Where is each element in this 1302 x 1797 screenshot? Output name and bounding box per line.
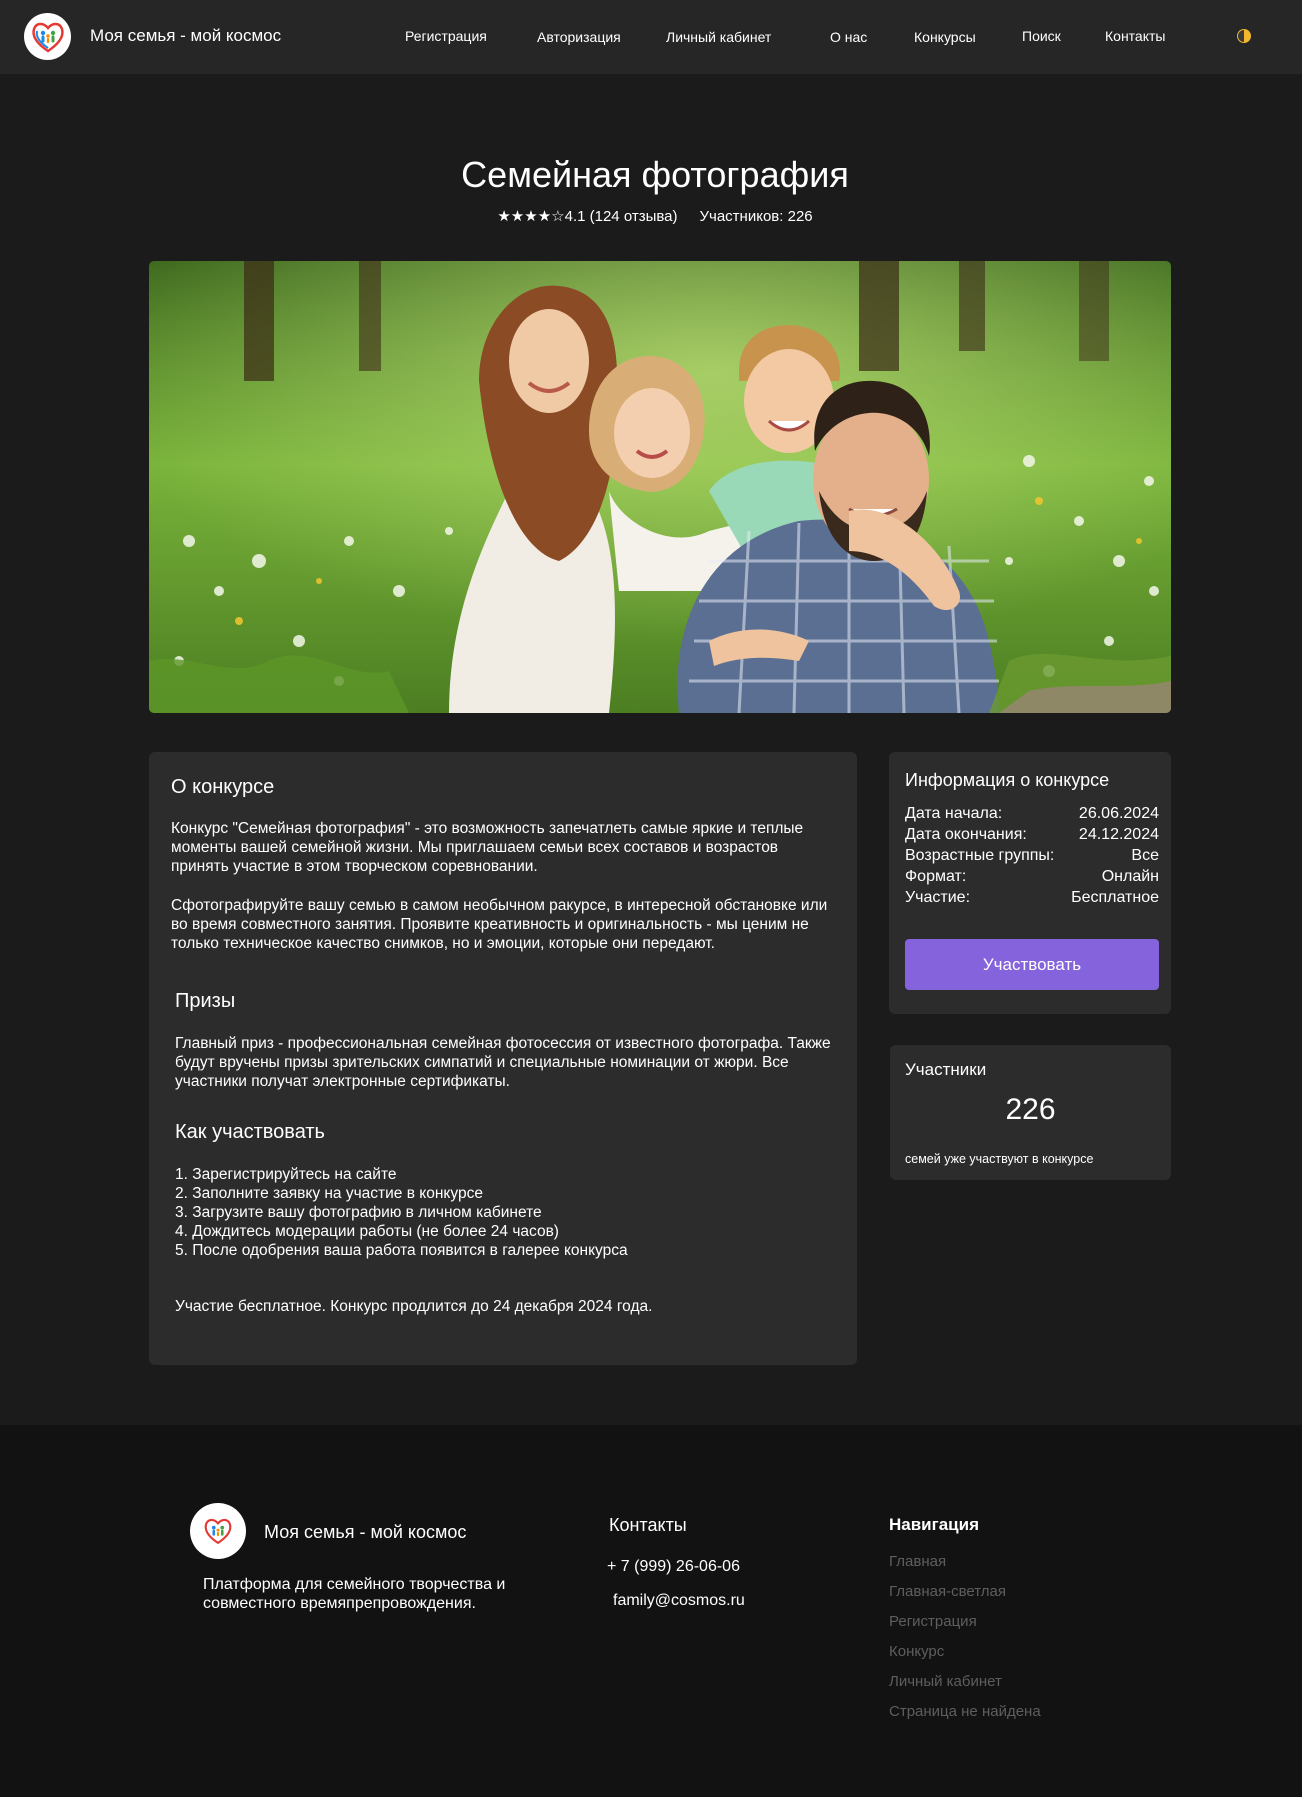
footer-description: Платформа для семейного творчества и сов… xyxy=(203,1576,506,1612)
info-value: Онлайн xyxy=(1101,868,1159,885)
footer-contacts-title: Контакты xyxy=(609,1515,687,1535)
info-row-start-date: Дата начала: 26.06.2024 xyxy=(905,805,1159,823)
step-item: 4. Дождитесь модерации работы (не более … xyxy=(175,1223,559,1240)
footer-nav-contest[interactable]: Конкурс xyxy=(889,1643,944,1660)
footer-nav-personal-account[interactable]: Личный кабинет xyxy=(889,1673,1002,1690)
prizes-text: Главный приз - профессиональная семейная… xyxy=(175,1035,831,1090)
participants-card: Участники 226 семей уже участвуют в конк… xyxy=(890,1045,1171,1180)
nav-search[interactable]: Поиск xyxy=(1022,28,1061,44)
heart-family-icon xyxy=(204,1518,232,1545)
info-row-end-date: Дата окончания: 24.12.2024 xyxy=(905,826,1159,844)
footer-email-link[interactable]: family@cosmos.ru xyxy=(613,1592,745,1610)
logo[interactable] xyxy=(24,13,71,60)
footer-nav-home[interactable]: Главная xyxy=(889,1553,946,1570)
site-header: Моя семья - мой космос Регистрация Автор… xyxy=(0,0,1302,74)
footer-nav-home-light[interactable]: Главная-светлая xyxy=(889,1583,1006,1600)
step-item: 1. Зарегистрируйтесь на сайте xyxy=(175,1166,397,1183)
hero-family-photo xyxy=(149,261,1171,713)
nav-contacts[interactable]: Контакты xyxy=(1105,28,1165,44)
participate-button[interactable]: Участвовать xyxy=(905,939,1159,990)
about-paragraph-2: Сфотографируйте вашу семью в самом необы… xyxy=(171,897,828,952)
info-label: Формат: xyxy=(905,868,967,885)
about-heading: О конкурсе xyxy=(171,776,275,798)
page-title: Семейная фотография xyxy=(461,154,849,195)
rating-stars-icon: ★★★★☆ xyxy=(497,208,565,225)
site-footer: Моя семья - мой космос Платформа для сем… xyxy=(0,1425,1302,1797)
theme-toggle-icon[interactable] xyxy=(1237,29,1251,43)
info-value: 26.06.2024 xyxy=(1078,805,1159,822)
closing-note: Участие бесплатное. Конкурс продлится до… xyxy=(175,1298,653,1315)
participants-subtext: семей уже участвуют в конкурсе xyxy=(905,1152,1094,1166)
nav-contests[interactable]: Конкурсы xyxy=(914,29,976,45)
contest-meta: ★★★★☆4.1 (124 отзыва) Участников: 226 xyxy=(0,207,1302,225)
nav-personal-account[interactable]: Личный кабинет xyxy=(666,29,771,45)
contest-info-card: Информация о конкурсе Дата начала: 26.06… xyxy=(889,752,1171,1014)
info-row-age-groups: Возрастные группы: Все xyxy=(905,847,1159,865)
footer-nav-not-found[interactable]: Страница не найдена xyxy=(889,1703,1041,1720)
how-to-participate-heading: Как участвовать xyxy=(175,1121,325,1143)
info-label: Дата окончания: xyxy=(905,826,1027,843)
heart-family-icon xyxy=(31,22,64,53)
nav-about[interactable]: О нас xyxy=(830,29,867,45)
about-paragraph-1: Конкурс "Семейная фотография" - это возм… xyxy=(171,820,804,875)
info-value: Все xyxy=(1131,847,1159,864)
footer-nav-registration[interactable]: Регистрация xyxy=(889,1613,977,1630)
footer-nav-title: Навигация xyxy=(889,1515,979,1534)
prizes-heading: Призы xyxy=(175,990,236,1012)
info-label: Участие: xyxy=(905,889,971,906)
info-value: 24.12.2024 xyxy=(1078,826,1159,843)
info-heading: Информация о конкурсе xyxy=(905,770,1110,790)
footer-brand: Моя семья - мой космос xyxy=(264,1522,467,1542)
step-item: 2. Заполните заявку на участие в конкурс… xyxy=(175,1185,483,1202)
nav-authorization[interactable]: Авторизация xyxy=(537,29,621,45)
participants-heading: Участники xyxy=(905,1060,987,1079)
rating-text: 4.1 (124 отзыва) xyxy=(564,208,678,225)
info-label: Возрастные группы: xyxy=(905,847,1055,864)
info-value: Бесплатное xyxy=(1071,889,1159,906)
step-item: 3. Загрузите вашу фотографию в личном ка… xyxy=(175,1204,542,1221)
participants-count-label: Участников: 226 xyxy=(699,208,813,225)
step-item: 5. После одобрения ваша работа появится … xyxy=(175,1242,628,1259)
footer-logo[interactable] xyxy=(190,1503,246,1559)
info-row-participation: Участие: Бесплатное xyxy=(905,889,1159,907)
info-row-format: Формат: Онлайн xyxy=(905,868,1159,886)
participants-count: 226 xyxy=(1005,1093,1056,1126)
info-label: Дата начала: xyxy=(905,805,1003,822)
about-contest-card: О конкурсе Конкурс "Семейная фотография"… xyxy=(149,752,857,1365)
brand-name[interactable]: Моя семья - мой космос xyxy=(90,26,281,46)
nav-registration[interactable]: Регистрация xyxy=(405,28,487,44)
footer-phone-link[interactable]: + 7 (999) 26-06-06 xyxy=(607,1558,740,1576)
